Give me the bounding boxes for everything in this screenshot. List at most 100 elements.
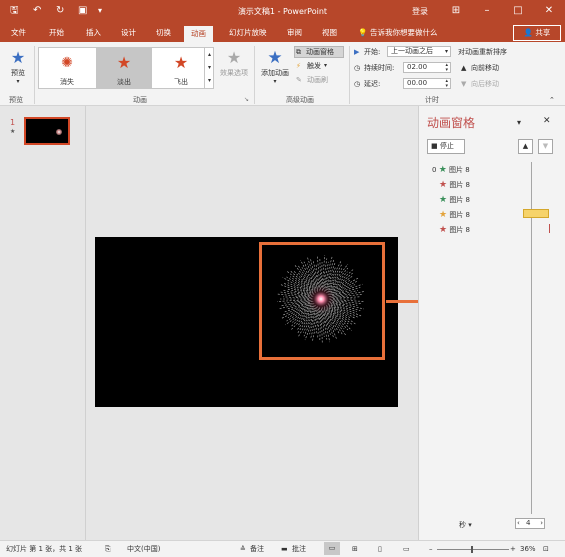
add-animation-icon: ★ (267, 48, 283, 68)
ribbon-display-icon[interactable]: ⊞ (447, 3, 465, 19)
move-earlier-button[interactable]: 向前移动 (471, 63, 499, 73)
preview-label: 预览 (11, 69, 25, 77)
animation-list-item[interactable]: ★ 图片 8 (439, 210, 470, 220)
animation-label: 飞出 (174, 78, 188, 86)
preview-star-icon: ★ (10, 48, 26, 67)
notes-button[interactable]: 备注 (250, 545, 264, 554)
share-label: 共享 (535, 28, 551, 37)
group-label-advanced: 高级动画 (286, 96, 314, 104)
arrow-up-icon: ▲ (522, 142, 529, 150)
duration-spinner[interactable]: 02.00 ▴ ▾ (403, 62, 451, 73)
separator (34, 46, 35, 104)
dialog-launcher-icon[interactable]: ↘ (244, 96, 249, 103)
preview-button[interactable]: ★ 预览 ▾ (6, 48, 30, 88)
spinner-arrows-icon: ▴ ▾ (445, 78, 448, 89)
pane-options-icon[interactable]: ▾ (517, 118, 521, 127)
timeline-zoom[interactable]: ‹ 4 › (515, 518, 545, 529)
zoom-slider[interactable] (437, 549, 509, 550)
slide-sorter-icon[interactable]: ⊞ (352, 545, 358, 554)
slideshow-icon[interactable]: ▭ (403, 545, 410, 554)
person-icon: 👤 (523, 28, 533, 37)
slide-info: 幻灯片 第 1 张，共 1 张 (6, 545, 83, 553)
tab-review[interactable]: 审阅 (287, 27, 302, 38)
tab-design[interactable]: 设计 (121, 27, 136, 38)
animation-painter-button[interactable]: ✎ 动画刷 (294, 75, 344, 87)
gallery-scroll[interactable]: ▴ ▾ ▾ (204, 48, 214, 88)
animation-list-item[interactable]: ★ 图片 8 (439, 225, 470, 235)
chevron-down-icon: ▾ (16, 78, 20, 85)
minimize-icon[interactable]: – (478, 3, 496, 19)
red-star-icon: ★ (439, 225, 448, 235)
animation-list-item[interactable]: 0 ★ 图片 8 (432, 165, 470, 175)
animation-list-item[interactable]: ★ 图片 8 (439, 180, 470, 190)
stop-button[interactable]: ■ 停止 (427, 139, 465, 154)
share-button[interactable]: 👤 共享 (513, 25, 561, 41)
timeline-zoom-value: 4 (526, 519, 531, 527)
timeline-marker (549, 224, 551, 233)
item-label: 图片 8 (449, 226, 470, 234)
zoom-out-icon[interactable]: – (429, 545, 433, 554)
language[interactable]: 中文(中国) (127, 545, 160, 554)
maximize-icon[interactable]: □ (509, 3, 527, 19)
stop-icon: ■ (431, 142, 438, 150)
tab-insert[interactable]: 插入 (86, 27, 101, 38)
effect-options-button[interactable]: ★ 效果选项 (216, 48, 252, 88)
highlight-box (259, 242, 385, 360)
move-down-button[interactable]: ▼ (538, 139, 553, 154)
green-star-icon: ★ (439, 195, 448, 205)
zoom-level[interactable]: 36% (520, 545, 536, 554)
close-icon[interactable]: ✕ (540, 3, 558, 19)
normal-view-icon[interactable]: ▭ (324, 542, 340, 555)
star-fly-icon: ★ (173, 53, 189, 72)
animation-list-item[interactable]: ★ 图片 8 (439, 195, 470, 205)
reading-view-icon[interactable]: ▯ (378, 545, 382, 554)
delay-spinner[interactable]: 00.00 ▴ ▾ (403, 78, 451, 89)
tab-animations[interactable]: 动画 (184, 26, 213, 42)
animation-pane-icon: ⧉ (296, 48, 301, 56)
animation-pane-button[interactable]: ⧉ 动画窗格 (294, 46, 344, 58)
delay-value: 00.00 (407, 79, 428, 87)
tab-file[interactable]: 文件 (11, 27, 26, 38)
tab-home[interactable]: 开始 (49, 27, 64, 38)
tab-transitions[interactable]: 切换 (156, 27, 171, 38)
seconds-dropdown[interactable]: 秒 ▾ (459, 520, 472, 530)
collapse-ribbon-icon[interactable]: ⌃ (549, 96, 555, 104)
zoom-slider-thumb[interactable] (471, 546, 473, 553)
zoom-in-icon[interactable]: + (510, 545, 516, 554)
move-up-button[interactable]: ▲ (518, 139, 533, 154)
animation-fade[interactable]: ★ 淡出 (96, 48, 152, 88)
item-index: 0 (432, 166, 437, 174)
painter-label: 动画刷 (307, 76, 328, 84)
timeline-bar[interactable] (523, 209, 549, 218)
close-icon[interactable]: ✕ (543, 116, 551, 126)
move-later-button[interactable]: 向后移动 (471, 79, 499, 89)
tab-view[interactable]: 视图 (322, 27, 337, 38)
add-animation-button[interactable]: ★ 添加动画 ▾ (258, 48, 292, 90)
duration-label: 持续时间: (364, 64, 395, 72)
fit-slide-icon[interactable]: ⊡ (543, 545, 549, 554)
chevron-right-icon: › (540, 519, 543, 527)
signin-link[interactable]: 登录 (412, 6, 428, 17)
tab-slideshow[interactable]: 幻灯片放映 (229, 27, 267, 38)
start-value: 上一动画之后 (391, 47, 433, 55)
animation-fly-in[interactable]: ★ 飞出 (153, 48, 209, 88)
arrow-up-icon: ▲ (461, 64, 467, 72)
animation-disappear[interactable]: ✺ 消失 (39, 48, 95, 88)
thumbnail-firework (56, 129, 62, 135)
item-label: 图片 8 (449, 166, 470, 174)
add-animation-label: 添加动画 (261, 69, 289, 77)
group-label-timing: 计时 (425, 96, 439, 104)
group-label-animation: 动画 (133, 96, 147, 104)
animation-gallery: ✺ 消失 ★ 淡出 ★ 飞出 ▴ ▾ ▾ (38, 47, 214, 89)
start-select[interactable]: 上一动画之后 ▾ (387, 46, 451, 57)
tell-me-search[interactable]: 告诉我你想要做什么 (370, 27, 438, 38)
comments-button[interactable]: 批注 (292, 545, 306, 554)
trigger-button[interactable]: ⚡ 触发 ▾ (294, 61, 344, 73)
chevron-down-icon: ▾ (324, 62, 328, 69)
trigger-label: 触发 (307, 62, 321, 70)
spellcheck-icon[interactable]: ⎘ (105, 545, 111, 554)
status-bar: 幻灯片 第 1 张，共 1 张 ⎘ 中文(中国) ≙ 备注 ▬ 批注 ▭ ⊞ ▯… (0, 540, 565, 557)
play-icon: ▶ (354, 48, 360, 56)
animation-label: 淡出 (117, 78, 131, 86)
slide-thumbnail[interactable] (24, 117, 70, 145)
